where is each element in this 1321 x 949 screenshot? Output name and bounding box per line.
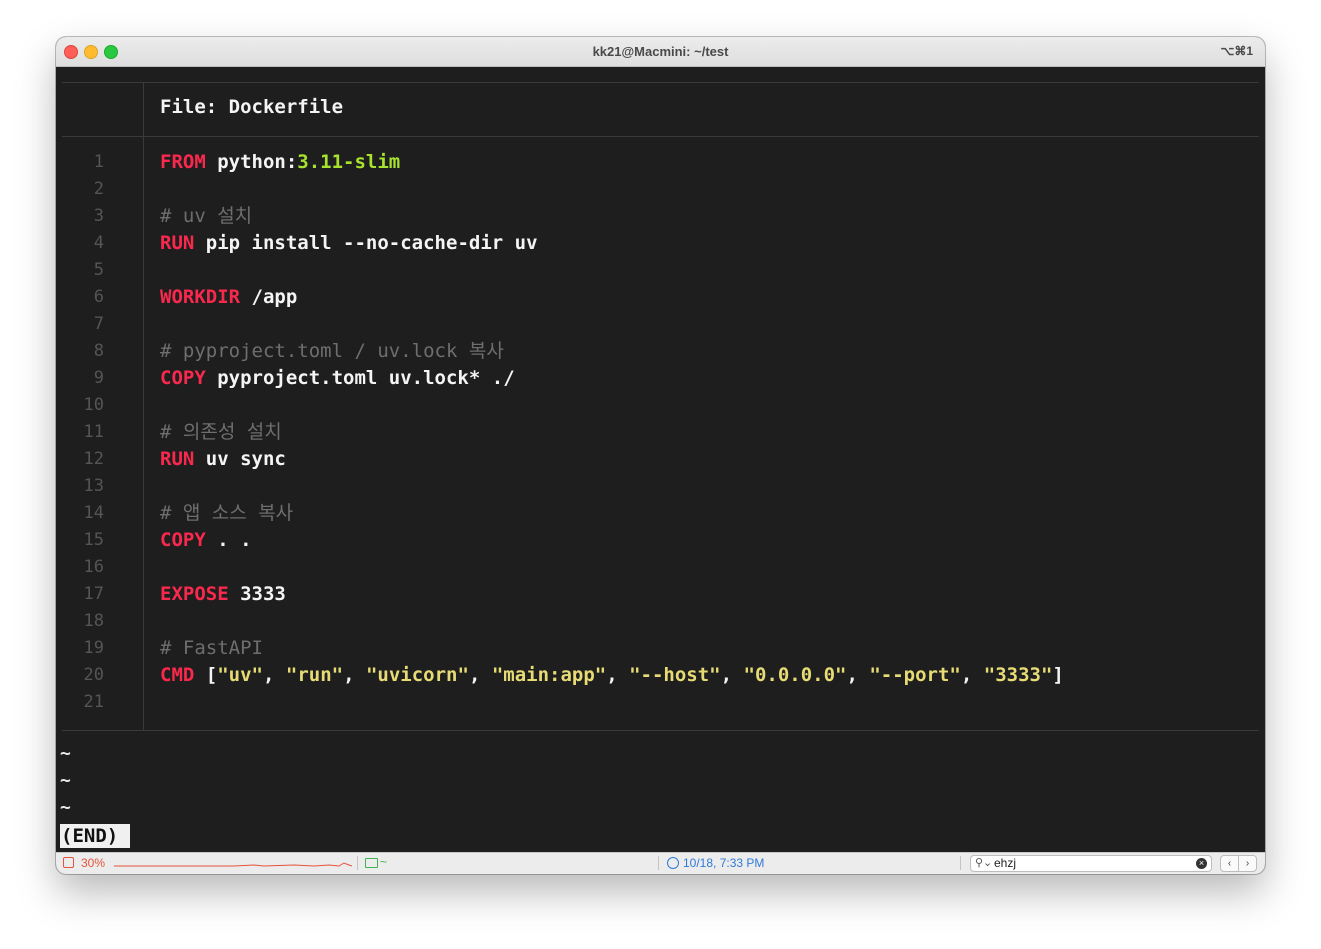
dockerfile-keyword: EXPOSE bbox=[160, 583, 229, 605]
dockerfile-keyword: RUN bbox=[160, 232, 195, 254]
line-number: 9 bbox=[93, 368, 104, 388]
code-comment: # uv 설치 bbox=[160, 205, 253, 227]
line-number: 15 bbox=[83, 530, 104, 550]
window-title: kk21@Macmini: ~/test bbox=[592, 44, 729, 59]
arg-separator: , bbox=[606, 664, 630, 686]
cmd-arg: "3333" bbox=[983, 664, 1053, 686]
code-comment: # pyproject.toml / uv.lock 복사 bbox=[160, 340, 504, 362]
line-number: 3 bbox=[93, 206, 104, 226]
cmd-arg: "run" bbox=[285, 664, 344, 686]
code-line: EXPOSE 3333 bbox=[160, 582, 286, 606]
bracket: ] bbox=[1052, 664, 1064, 686]
code-text: . . bbox=[217, 529, 252, 551]
title-bar[interactable]: kk21@Macmini: ~/test ⌥⌘1 bbox=[56, 37, 1265, 67]
empty-line-tilde: ~ bbox=[60, 797, 71, 818]
code-line: COPY pyproject.toml uv.lock* ./ bbox=[160, 366, 515, 390]
line-number: 13 bbox=[83, 476, 104, 496]
image-tag: 3.11-slim bbox=[297, 151, 401, 173]
code-text: pip install --no-cache-dir uv bbox=[205, 232, 538, 254]
code-comment: # 의존성 설치 bbox=[160, 421, 282, 443]
cmd-arg: "uv" bbox=[217, 664, 263, 686]
line-number: 8 bbox=[93, 341, 104, 361]
line-number: 18 bbox=[83, 611, 104, 631]
folder-icon bbox=[365, 858, 378, 868]
line-number: 16 bbox=[83, 557, 104, 577]
empty-line-tilde: ~ bbox=[60, 743, 71, 764]
dockerfile-keyword: RUN bbox=[160, 448, 195, 470]
arg-separator: , bbox=[468, 664, 492, 686]
line-number: 10 bbox=[83, 395, 104, 415]
dockerfile-keyword: COPY bbox=[160, 529, 206, 551]
current-directory: ~ bbox=[380, 855, 388, 869]
code-line: CMD ["uv", "run", "uvicorn", "main:app",… bbox=[160, 663, 1064, 687]
code-line: WORKDIR /app bbox=[160, 285, 297, 309]
code-comment: # FastAPI bbox=[160, 637, 263, 659]
gutter-divider bbox=[143, 82, 144, 730]
line-number: 19 bbox=[83, 638, 104, 658]
status-bar: 30% ~ 10/18, 7:33 PM ⚲⌄ ehzj × ‹ › bbox=[56, 852, 1265, 874]
line-number: 12 bbox=[83, 449, 104, 469]
cmd-arg: "--port" bbox=[869, 664, 961, 686]
dockerfile-keyword: WORKDIR bbox=[160, 286, 241, 308]
line-number: 20 bbox=[83, 665, 104, 685]
cmd-arg: "uvicorn" bbox=[365, 664, 469, 686]
code-bottom-divider bbox=[62, 730, 1259, 731]
code-line: RUN pip install --no-cache-dir uv bbox=[160, 231, 538, 255]
bracket: [ bbox=[205, 664, 218, 686]
line-number: 14 bbox=[83, 503, 104, 523]
clock-icon bbox=[667, 857, 679, 869]
line-number: 4 bbox=[93, 233, 104, 253]
code-text: /app bbox=[251, 286, 298, 308]
code-text: uv sync bbox=[205, 448, 286, 470]
cmd-arg: "--host" bbox=[629, 664, 721, 686]
cpu-usage: 30% bbox=[81, 856, 106, 870]
dockerfile-keyword: COPY bbox=[160, 367, 206, 389]
terminal-content[interactable]: File: Dockerfile 1 2 3 4 5 6 7 8 9 10 11… bbox=[56, 67, 1265, 853]
cmd-arg: "0.0.0.0" bbox=[743, 664, 847, 686]
find-input[interactable]: ⚲⌄ ehzj × bbox=[970, 855, 1212, 872]
line-number: 21 bbox=[83, 692, 104, 712]
header-top-divider bbox=[62, 82, 1259, 83]
cmd-arg: "main:app" bbox=[491, 664, 607, 686]
code-text: python: bbox=[217, 151, 298, 173]
arg-separator: , bbox=[263, 664, 286, 686]
status-separator bbox=[658, 856, 659, 870]
code-comment: # 앱 소스 복사 bbox=[160, 502, 294, 524]
header-bottom-divider bbox=[62, 136, 1259, 137]
cpu-sparkline bbox=[114, 862, 352, 867]
code-line: COPY . . bbox=[160, 528, 252, 552]
arg-separator: , bbox=[343, 664, 366, 686]
status-separator bbox=[960, 856, 961, 870]
dockerfile-keyword: CMD bbox=[160, 664, 195, 686]
code-line: RUN uv sync bbox=[160, 447, 286, 471]
line-number: 5 bbox=[93, 260, 104, 280]
line-number: 11 bbox=[83, 422, 104, 442]
cpu-icon bbox=[63, 857, 74, 868]
clock-time: 10/18, 7:33 PM bbox=[683, 856, 765, 870]
pager-end-marker: (END) bbox=[60, 824, 131, 848]
find-next-button[interactable]: › bbox=[1238, 855, 1257, 872]
status-separator bbox=[357, 856, 358, 870]
dockerfile-keyword: FROM bbox=[160, 151, 206, 173]
empty-line-tilde: ~ bbox=[60, 770, 71, 791]
find-input-value: ehzj bbox=[994, 856, 1017, 870]
window-shortcut-label: ⌥⌘1 bbox=[1220, 44, 1253, 58]
line-number: 2 bbox=[93, 179, 104, 199]
magnifier-icon: ⚲⌄ bbox=[975, 857, 993, 869]
code-text: 3333 bbox=[240, 583, 286, 605]
arg-separator: , bbox=[846, 664, 870, 686]
find-previous-button[interactable]: ‹ bbox=[1220, 855, 1239, 872]
file-header: File: Dockerfile bbox=[160, 96, 344, 118]
terminal-window: kk21@Macmini: ~/test ⌥⌘1 File: Dockerfil… bbox=[56, 37, 1265, 874]
line-number: 1 bbox=[93, 152, 104, 172]
line-number: 6 bbox=[93, 287, 104, 307]
code-line: FROM python:3.11-slim bbox=[160, 150, 400, 174]
clear-search-icon[interactable]: × bbox=[1196, 858, 1207, 869]
code-text: pyproject.toml uv.lock* ./ bbox=[217, 367, 515, 389]
line-number: 7 bbox=[93, 314, 104, 334]
arg-separator: , bbox=[960, 664, 984, 686]
line-number: 17 bbox=[83, 584, 104, 604]
arg-separator: , bbox=[720, 664, 744, 686]
